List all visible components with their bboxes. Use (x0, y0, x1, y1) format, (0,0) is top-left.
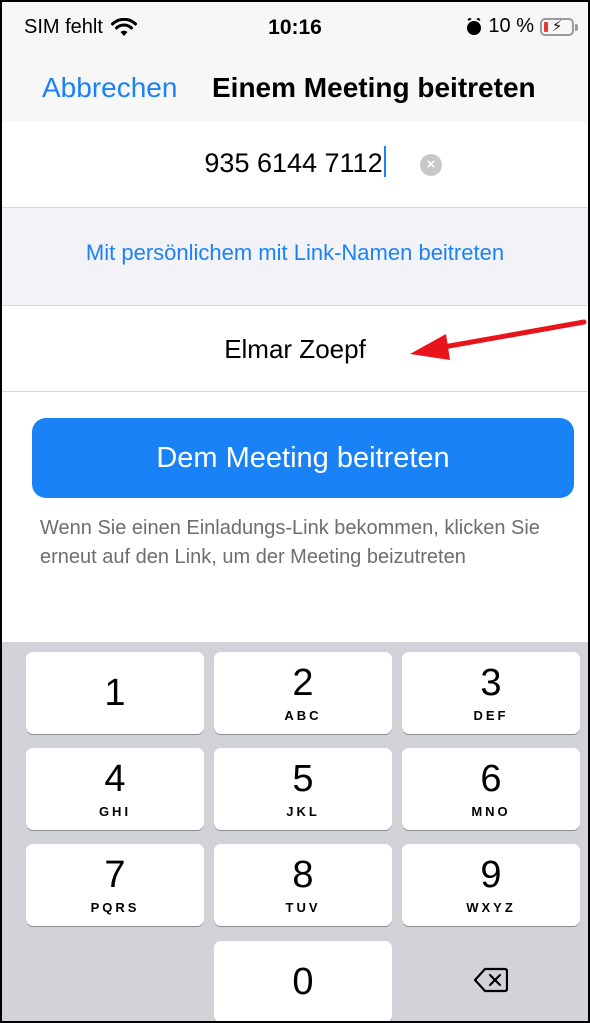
status-bar: SIM fehlt 10:16 10 % ⚡ (2, 2, 588, 56)
meeting-id-field[interactable]: 935 6144 7112 × (2, 122, 588, 208)
battery-charging-icon: ⚡ (540, 17, 578, 36)
join-meeting-button[interactable]: Dem Meeting beitreten (32, 418, 574, 498)
key-8[interactable]: 8 TUV (214, 844, 392, 926)
personal-link-join-button[interactable]: Mit persönlichem mit Link-Namen beitrete… (2, 240, 588, 266)
key-4[interactable]: 4 GHI (26, 748, 204, 830)
clear-icon[interactable]: × (420, 154, 442, 176)
key-7[interactable]: 7 PQRS (26, 844, 204, 926)
backspace-icon (474, 967, 508, 993)
key-6[interactable]: 6 MNO (402, 748, 580, 830)
invite-link-hint: Wenn Sie einen Einladungs-Link bekommen,… (40, 517, 540, 568)
key-2[interactable]: 2 ABC (214, 652, 392, 734)
numeric-keypad: 1 2 ABC 3 DEF 4 GHI 5 JKL 6 MNO 7 PQRS 8… (2, 642, 588, 1021)
personal-link-row: Mit persönlichem mit Link-Namen beitrete… (2, 208, 588, 306)
key-1[interactable]: 1 (26, 652, 204, 734)
phone-screen: SIM fehlt 10:16 10 % ⚡ Abbrechen Einem M… (0, 0, 590, 1023)
key-5[interactable]: 5 JKL (214, 748, 392, 830)
battery-percent: 10 % (488, 15, 534, 37)
cancel-button[interactable]: Abbrechen (42, 72, 177, 104)
key-3[interactable]: 3 DEF (402, 652, 580, 734)
delete-key[interactable] (402, 941, 580, 1021)
annotation-arrow (410, 319, 587, 360)
join-section: Dem Meeting beitreten Wenn Sie einen Ein… (2, 392, 588, 642)
meeting-id-value: 935 6144 7112 (204, 148, 383, 178)
navigation-bar: Abbrechen Einem Meeting beitreten (2, 56, 588, 122)
key-0[interactable]: 0 (214, 941, 392, 1021)
alarm-icon (467, 17, 482, 35)
page-title: Einem Meeting beitreten (212, 72, 536, 103)
key-9[interactable]: 9 WXYZ (402, 844, 580, 926)
text-cursor (383, 146, 386, 177)
